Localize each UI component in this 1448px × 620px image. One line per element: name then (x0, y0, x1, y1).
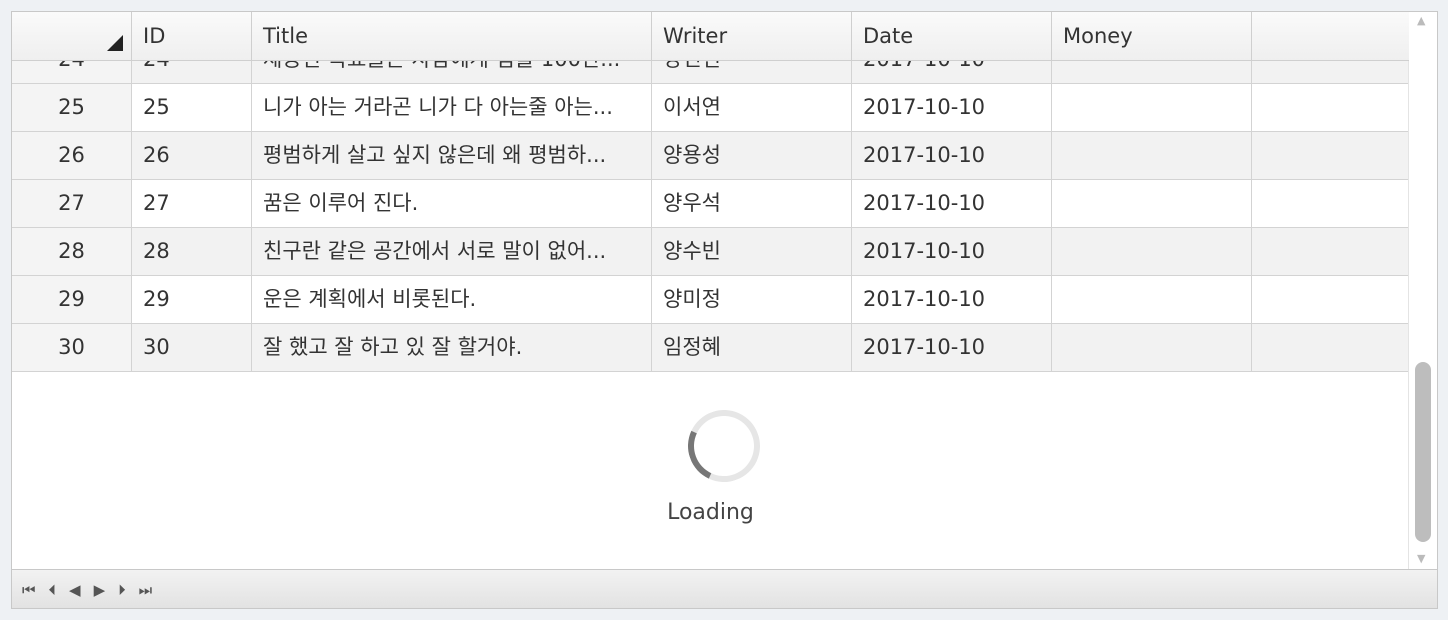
cell-money[interactable] (1052, 132, 1252, 179)
column-header-date[interactable]: Date (852, 12, 1052, 60)
cell-title[interactable]: 제공된 목표들은 사람에게 힘을 100만... (252, 60, 652, 83)
row-number[interactable]: 28 (12, 228, 132, 275)
cell-writer[interactable]: 이서연 (652, 84, 852, 131)
cell-filler[interactable] (1252, 324, 1409, 371)
data-grid: ID Title Writer Date Money 2424제공된 목표들은 … (11, 11, 1438, 609)
row-number[interactable]: 24 (12, 60, 132, 83)
cell-writer[interactable]: 임정혜 (652, 324, 852, 371)
cell-filler[interactable] (1252, 132, 1409, 179)
last-page-button[interactable]: ⏭ (139, 581, 152, 599)
cell-date[interactable]: 2017-10-10 (852, 132, 1052, 179)
cell-title[interactable]: 운은 계획에서 비롯된다. (252, 276, 652, 323)
select-all-corner[interactable] (12, 12, 132, 60)
cell-title[interactable]: 니가 아는 거라곤 니가 다 아는줄 아는... (252, 84, 652, 131)
cell-date[interactable]: 2017-10-10 (852, 84, 1052, 131)
cell-date[interactable]: 2017-10-10 (852, 276, 1052, 323)
cell-filler[interactable] (1252, 276, 1409, 323)
cell-money[interactable] (1052, 84, 1252, 131)
table-row[interactable]: 25 25 니가 아는 거라곤 니가 다 아는줄 아는... 이서연 2017-10-1… (12, 84, 1409, 132)
cell-money[interactable] (1052, 180, 1252, 227)
cell-id[interactable]: 25 (132, 84, 252, 131)
cell-id[interactable]: 30 (132, 324, 252, 371)
loading-spinner-icon (677, 399, 771, 493)
cell-id[interactable]: 27 (132, 180, 252, 227)
scrollbar-thumb[interactable] (1415, 362, 1431, 542)
cell-writer[interactable]: 양수빈 (652, 228, 852, 275)
cell-id[interactable]: 24 (132, 60, 252, 83)
cell-id[interactable]: 26 (132, 132, 252, 179)
row-number[interactable]: 29 (12, 276, 132, 323)
table-row[interactable]: 30 30 잘 했고 잘 하고 있 잘 할거야. 임정혜 2017-10-10 (12, 324, 1409, 371)
cell-date[interactable]: 2017-10-10 (852, 228, 1052, 275)
grid-body: 2424제공된 목표들은 사람에게 힘을 100만...강민선2017-10-1… (12, 60, 1409, 371)
cell-filler[interactable] (1252, 228, 1409, 275)
table-row[interactable]: 26 26 평범하게 살고 싶지 않은데 왜 평범하... 양용성 2017-10-10 (12, 132, 1409, 180)
vertical-scrollbar[interactable]: ▲ ▼ (1408, 12, 1437, 569)
cell-title[interactable]: 친구란 같은 공간에서 서로 말이 없어... (252, 228, 652, 275)
column-header-money[interactable]: Money (1052, 12, 1252, 60)
cell-filler[interactable] (1252, 60, 1409, 83)
grid-header: ID Title Writer Date Money (12, 12, 1409, 61)
cell-id[interactable]: 29 (132, 276, 252, 323)
cell-title[interactable]: 잘 했고 잘 하고 있 잘 할거야. (252, 324, 652, 371)
next-page-group-button[interactable]: ⏵ (118, 581, 125, 599)
previous-page-button[interactable]: ◀ (69, 581, 80, 599)
loading-panel: Loading (12, 371, 1409, 570)
column-header-id[interactable]: ID (132, 12, 252, 60)
cell-title[interactable]: 평범하게 살고 싶지 않은데 왜 평범하... (252, 132, 652, 179)
table-row[interactable]: 2424제공된 목표들은 사람에게 힘을 100만...강민선2017-10-1… (12, 60, 1409, 84)
row-number[interactable]: 27 (12, 180, 132, 227)
cell-date[interactable]: 2017-10-10 (852, 180, 1052, 227)
column-header-writer[interactable]: Writer (652, 12, 852, 60)
cell-writer[interactable]: 양용성 (652, 132, 852, 179)
first-page-button[interactable]: ⏮ (22, 581, 35, 599)
corner-triangle-icon (107, 35, 123, 51)
table-row[interactable]: 29 29 운은 계획에서 비롯된다. 양미정 2017-10-10 (12, 276, 1409, 324)
scroll-up-icon[interactable]: ▲ (1417, 14, 1425, 27)
pager: ⏮ ⏴ ◀ ▶ ⏵ ⏭ (12, 569, 1437, 608)
cell-writer[interactable]: 양우석 (652, 180, 852, 227)
cell-writer[interactable]: 강민선 (652, 60, 852, 83)
row-number[interactable]: 30 (12, 324, 132, 371)
cell-writer[interactable]: 양미정 (652, 276, 852, 323)
cell-id[interactable]: 28 (132, 228, 252, 275)
cell-money[interactable] (1052, 276, 1252, 323)
cell-filler[interactable] (1252, 84, 1409, 131)
cell-date[interactable]: 2017-10-10 (852, 60, 1052, 83)
table-row[interactable]: 28 28 친구란 같은 공간에서 서로 말이 없어... 양수빈 2017-10-10 (12, 228, 1409, 276)
cell-money[interactable] (1052, 60, 1252, 83)
previous-page-group-button[interactable]: ⏴ (49, 581, 56, 599)
row-number[interactable]: 25 (12, 84, 132, 131)
loading-text: Loading (667, 500, 754, 525)
cell-title[interactable]: 꿈은 이루어 진다. (252, 180, 652, 227)
column-header-filler (1252, 12, 1409, 60)
cell-money[interactable] (1052, 228, 1252, 275)
cell-date[interactable]: 2017-10-10 (852, 324, 1052, 371)
scroll-down-icon[interactable]: ▼ (1417, 552, 1425, 565)
next-page-button[interactable]: ▶ (94, 581, 105, 599)
cell-filler[interactable] (1252, 180, 1409, 227)
table-row[interactable]: 27 27 꿈은 이루어 진다. 양우석 2017-10-10 (12, 180, 1409, 228)
row-number[interactable]: 26 (12, 132, 132, 179)
cell-money[interactable] (1052, 324, 1252, 371)
column-header-title[interactable]: Title (252, 12, 652, 60)
